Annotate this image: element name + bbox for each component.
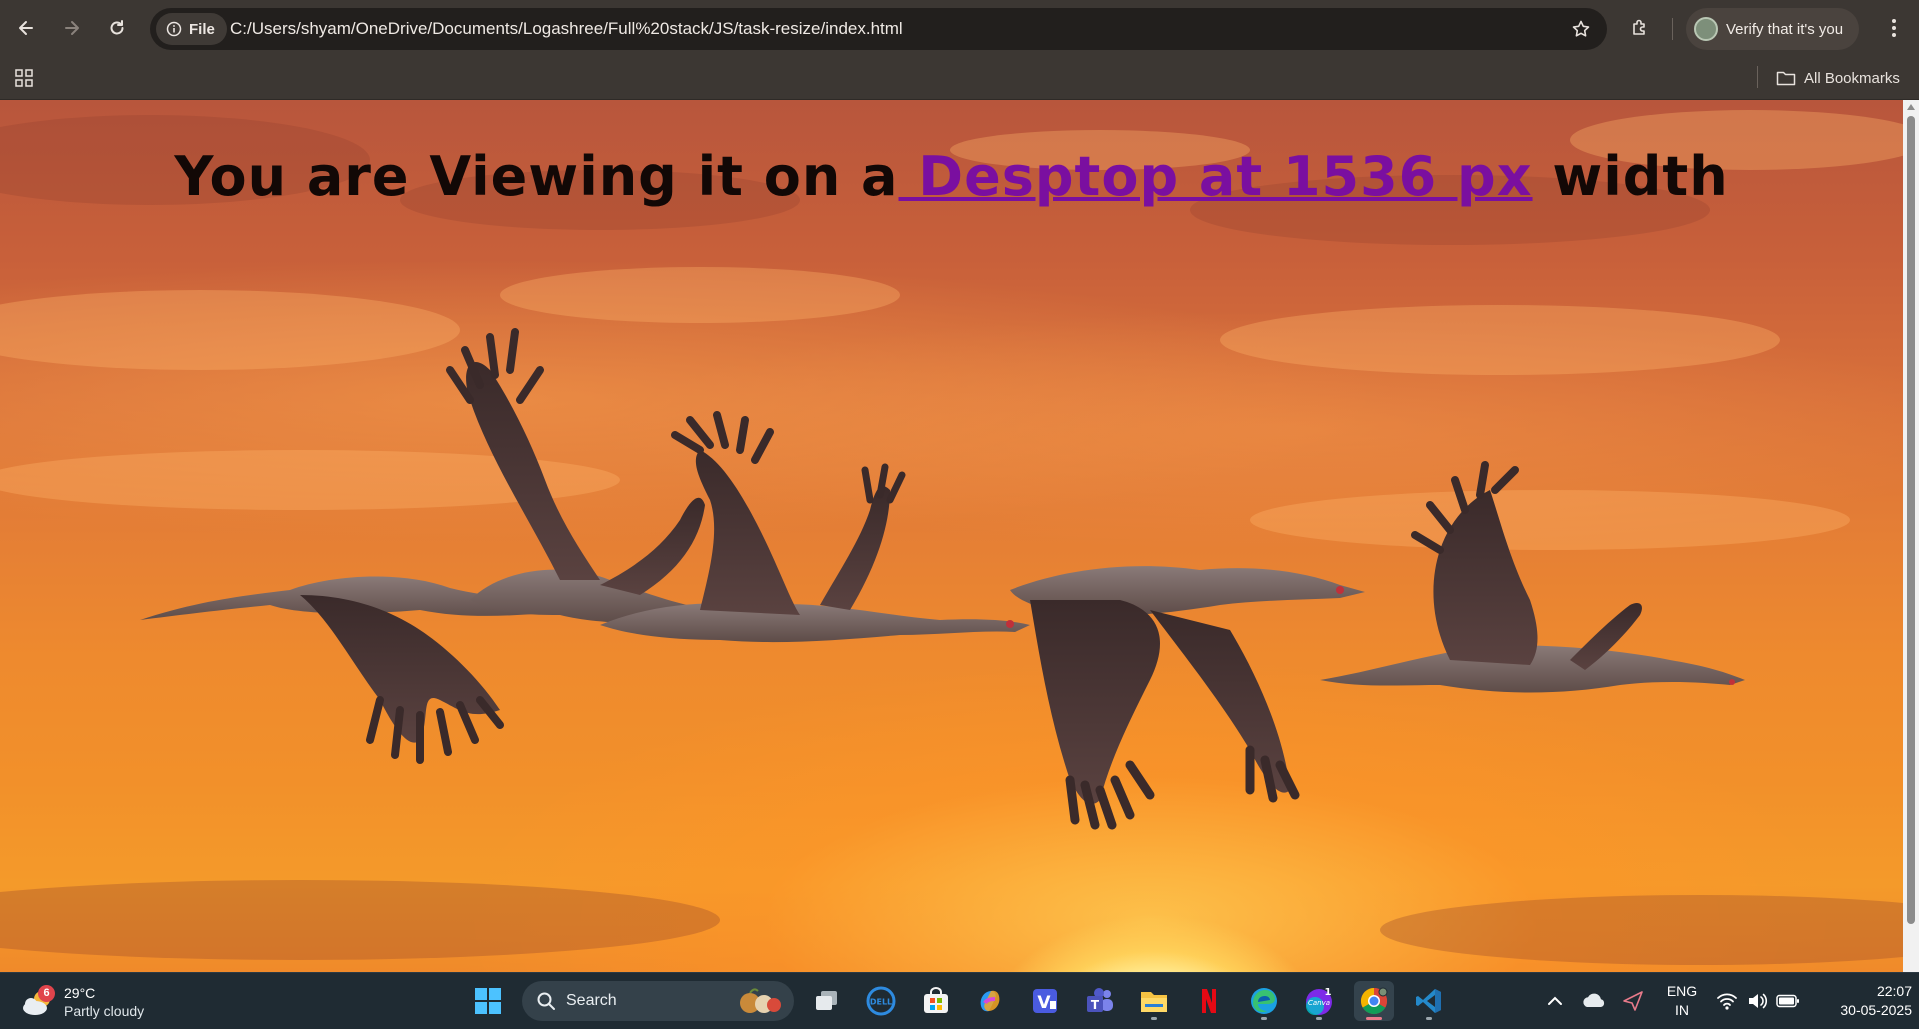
apps-button[interactable] [10,64,38,92]
back-button[interactable] [8,10,44,46]
active-window-indicator [1366,1017,1382,1020]
running-indicator [1316,1017,1322,1020]
svg-text:T: T [1091,998,1100,1012]
v-app-button[interactable]: V [1025,981,1065,1021]
search-icon [537,992,555,1010]
store-bag-icon [924,987,948,1013]
running-indicator [1426,1017,1432,1020]
svg-text:V: V [1037,993,1051,1013]
page-scrollbar[interactable] [1903,100,1919,972]
crane-2 [446,328,730,623]
microsoft-store-button[interactable] [916,981,956,1021]
back-arrow-icon [19,21,33,35]
chrome-button[interactable] [1354,981,1394,1021]
battery-icon [1776,994,1799,1008]
vscode-button[interactable] [1409,981,1449,1021]
chevron-up-icon [1548,996,1562,1005]
apps-grid-icon [15,69,33,87]
bookmarks-bar: All Bookmarks [0,56,1919,100]
onedrive-cloud-icon[interactable] [1581,989,1607,1013]
canva-icon: Canva 1 [1306,987,1332,1015]
edge-icon [1251,988,1277,1014]
weather-text: 29°C Partly cloudy [64,984,144,1020]
scrollbar-thumb[interactable] [1907,116,1915,924]
quick-settings-button[interactable] [1716,989,1806,1013]
partly-cloudy-icon: 6 [20,984,56,1020]
bookmark-star-button[interactable] [1565,13,1597,45]
canva-badge: 1 [1325,987,1332,998]
kebab-menu-icon [1892,19,1896,37]
teams-button[interactable]: T [1080,981,1120,1021]
netflix-icon [1202,989,1216,1013]
canva-button[interactable]: Canva 1 [1299,981,1339,1021]
windows-taskbar: 6 29°C Partly cloudy Search DELL V T Can… [0,972,1919,1029]
weather-description: Partly cloudy [64,1003,145,1019]
forward-button[interactable] [54,10,90,46]
clock-time: 22:07 [1876,983,1912,999]
teams-icon: T [1087,988,1113,1012]
task-view-icon [816,991,837,1010]
profile-button[interactable]: Verify that it's you [1686,8,1860,50]
bookmarks-divider [1757,66,1758,88]
crane-4 [1010,566,1365,830]
address-bar[interactable]: File C:/Users/shyam/OneDrive/Documents/L… [150,8,1607,50]
site-info-chip[interactable]: File [156,13,227,45]
toolbar-divider [1672,18,1673,40]
file-explorer-icon [1141,992,1167,1012]
language-indicator[interactable]: ENG IN [1660,982,1704,1020]
wifi-icon [1717,993,1737,1010]
v-app-icon: V [1033,989,1057,1013]
search-highlight-fruit-icon [740,988,781,1013]
task-view-button[interactable] [807,981,847,1021]
avatar [1694,17,1718,41]
browser-toolbar: File C:/Users/shyam/OneDrive/Documents/L… [0,0,1919,56]
crane-3 [600,411,1030,643]
search-label: Search [566,992,617,1009]
weather-temperature: 29°C [64,985,96,1001]
vscode-icon [1416,989,1441,1013]
reload-icon [110,20,124,35]
reload-button[interactable] [99,10,135,46]
star-icon [1572,20,1590,37]
all-bookmarks-label: All Bookmarks [1804,69,1900,87]
clock-date: 30-05-2025 [1840,1002,1912,1018]
start-button[interactable] [468,981,508,1021]
svg-text:Canva: Canva [1308,999,1330,1007]
crane-5 [1320,461,1745,693]
extensions-icon [1633,19,1645,35]
language-code: ENG [1666,983,1698,999]
all-bookmarks-button[interactable]: All Bookmarks [1776,64,1900,92]
chrome-icon [1360,987,1388,1015]
extensions-button[interactable] [1622,10,1658,46]
svg-text:DELL: DELL [870,998,892,1007]
profile-label: Verify that it's you [1726,20,1844,38]
copilot-icon [980,990,1000,1012]
volume-icon [1749,993,1768,1009]
scroll-up-arrow-icon[interactable] [1907,104,1915,110]
weather-widget[interactable]: 6 29°C Partly cloudy [20,980,144,1024]
info-icon [166,21,182,37]
windows-logo-icon [475,988,501,1014]
browser-menu-button[interactable] [1876,10,1912,46]
taskbar-search[interactable]: Search [522,981,794,1021]
url-text[interactable]: C:/Users/shyam/OneDrive/Documents/Logash… [230,19,903,39]
region-code: IN [1675,1002,1689,1018]
running-indicator [1261,1017,1267,1020]
edge-button[interactable] [1244,981,1284,1021]
forward-arrow-icon [65,21,79,35]
netflix-button[interactable] [1189,981,1229,1021]
send-arrow-icon[interactable] [1621,989,1645,1013]
file-chip-label: File [189,20,215,38]
dell-logo-icon: DELL [866,986,896,1016]
page-viewport: You are Viewing it on a Desptop at 1536 … [0,100,1903,972]
weather-badge: 6 [38,985,55,1002]
cranes-illustration [140,328,1745,830]
dell-app-button[interactable]: DELL [861,981,901,1021]
running-indicator [1151,1017,1157,1020]
show-hidden-icons-button[interactable] [1543,989,1567,1013]
file-explorer-button[interactable] [1134,981,1174,1021]
clock[interactable]: 22:07 30-05-2025 [1812,982,1912,1020]
copilot-button[interactable] [970,981,1010,1021]
folder-icon [1776,71,1796,86]
